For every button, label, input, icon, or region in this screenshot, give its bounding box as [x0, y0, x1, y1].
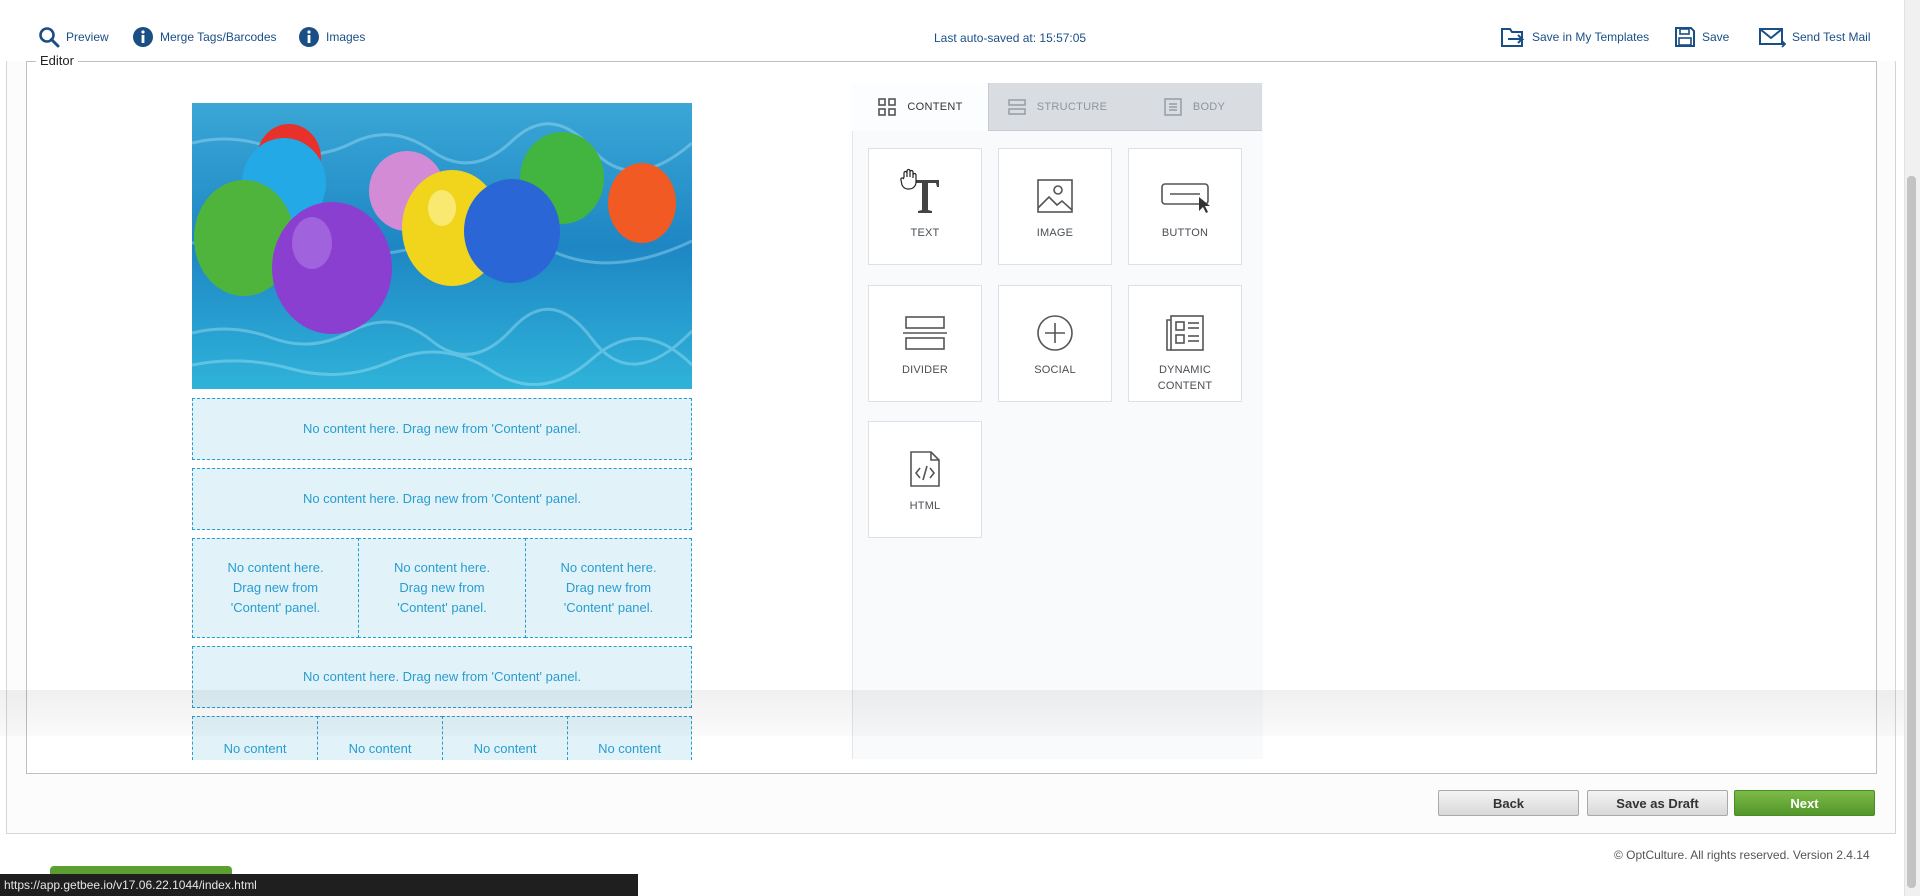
preview-button[interactable]: Preview — [38, 26, 109, 48]
tile-label: IMAGE — [1036, 227, 1074, 239]
info-icon — [298, 26, 320, 48]
merge-tags-button[interactable]: Merge Tags/Barcodes — [132, 26, 277, 48]
button-icon — [1160, 178, 1210, 219]
tile-social[interactable]: SOCIAL — [998, 285, 1112, 402]
save-in-templates-button[interactable]: Save in My Templates — [1500, 26, 1649, 48]
placeholder-text: No content here. — [393, 560, 491, 575]
empty-column-placeholder[interactable]: No content — [192, 716, 318, 760]
save-button[interactable]: Save — [1674, 26, 1729, 48]
dynamic-content-icon — [1165, 314, 1205, 357]
empty-column-placeholder[interactable]: No content — [317, 716, 443, 760]
tile-label: TEXT — [910, 227, 940, 239]
grid-icon — [877, 97, 897, 117]
placeholder-text: No content here. Drag new from 'Content'… — [302, 669, 582, 684]
placeholder-text: No content — [473, 741, 537, 756]
empty-column-placeholder[interactable]: No content here. Drag new from 'Content'… — [358, 538, 526, 638]
tab-body[interactable]: BODY — [1126, 83, 1262, 130]
send-test-mail-label: Send Test Mail — [1792, 30, 1871, 44]
tile-label: DIVIDER — [901, 364, 949, 376]
copyright-text: © OptCulture. All rights reserved. Versi… — [1614, 848, 1870, 862]
images-button[interactable]: Images — [298, 26, 365, 48]
empty-column-placeholder[interactable]: No content here. Drag new from 'Content'… — [192, 538, 359, 638]
tab-content[interactable]: CONTENT — [852, 83, 989, 131]
folder-save-icon — [1500, 26, 1526, 48]
placeholder-text: No content here. Drag new from 'Content'… — [302, 491, 582, 506]
placeholder-text: 'Content' panel. — [563, 600, 654, 615]
tile-dynamic-content[interactable]: DYNAMIC CONTENT — [1128, 285, 1242, 402]
save-as-draft-button[interactable]: Save as Draft — [1587, 790, 1728, 816]
placeholder-text: Drag new from — [565, 580, 652, 595]
placeholder-text: No content here. — [560, 560, 657, 575]
tile-label-line1: DYNAMIC — [1158, 364, 1212, 376]
tab-label: CONTENT — [907, 101, 963, 113]
tab-label: STRUCTURE — [1036, 100, 1108, 113]
tile-label: SOCIAL — [1034, 364, 1076, 376]
empty-row-placeholder[interactable]: No content here. Drag new from 'Content'… — [192, 468, 692, 530]
grab-cursor-icon — [898, 168, 920, 195]
tile-label: BUTTON — [1161, 227, 1209, 239]
browser-status-url: https://app.getbee.io/v17.06.22.1044/ind… — [0, 874, 638, 896]
placeholder-text: No content — [223, 741, 287, 756]
send-test-mail-button[interactable]: Send Test Mail — [1758, 26, 1871, 48]
placeholder-text: 'Content' panel. — [397, 600, 487, 615]
tile-label-line2: CONTENT — [1157, 380, 1213, 392]
preview-label: Preview — [66, 30, 109, 44]
empty-column-placeholder[interactable]: No content — [442, 716, 568, 760]
editor-legend: Editor — [36, 53, 78, 68]
empty-column-placeholder[interactable]: No content — [567, 716, 692, 760]
merge-tags-label: Merge Tags/Barcodes — [160, 30, 277, 44]
empty-row-placeholder[interactable]: No content here. Drag new from 'Content'… — [192, 398, 692, 460]
search-icon — [38, 26, 60, 48]
info-icon — [132, 26, 154, 48]
tile-image[interactable]: IMAGE — [998, 148, 1112, 265]
save-label: Save — [1702, 30, 1730, 44]
scrollbar-thumb[interactable] — [1907, 176, 1916, 888]
floppy-icon — [1674, 26, 1696, 48]
tile-text[interactable]: TEXT — [868, 148, 982, 265]
placeholder-text: No content here. Drag new from 'Content'… — [302, 421, 582, 436]
placeholder-text: No content — [598, 741, 661, 756]
placeholder-text: Drag new from — [399, 580, 485, 595]
html-icon — [909, 450, 941, 493]
divider-icon — [902, 315, 948, 356]
tile-label: DYNAMIC CONTENT — [1129, 362, 1241, 394]
autosave-status: Last auto-saved at: 15:57:05 — [934, 31, 1087, 45]
social-icon — [1036, 314, 1074, 357]
tab-label: BODY — [1192, 100, 1226, 113]
tile-button[interactable]: BUTTON — [1128, 148, 1242, 265]
next-button[interactable]: Next — [1734, 790, 1875, 816]
placeholder-text: No content — [348, 741, 412, 756]
images-label: Images — [326, 30, 366, 44]
hero-image-balloons[interactable] — [192, 103, 692, 389]
tile-html[interactable]: HTML — [868, 421, 982, 538]
tile-divider[interactable]: DIVIDER — [868, 285, 982, 402]
page-icon — [1163, 97, 1183, 117]
empty-column-placeholder[interactable]: No content here. Drag new from 'Content'… — [525, 538, 692, 638]
placeholder-text: 'Content' panel. — [230, 600, 321, 615]
tab-structure[interactable]: STRUCTURE — [989, 83, 1125, 130]
empty-row-placeholder[interactable]: No content here. Drag new from 'Content'… — [192, 646, 692, 708]
placeholder-text: No content here. — [227, 560, 324, 575]
save-in-templates-label: Save in My Templates — [1532, 30, 1650, 44]
back-button[interactable]: Back — [1438, 790, 1579, 816]
tile-label: HTML — [909, 500, 941, 512]
placeholder-text: Drag new from — [232, 580, 319, 595]
rows-icon — [1007, 97, 1027, 117]
image-icon — [1036, 178, 1074, 219]
envelope-icon — [1758, 26, 1786, 48]
